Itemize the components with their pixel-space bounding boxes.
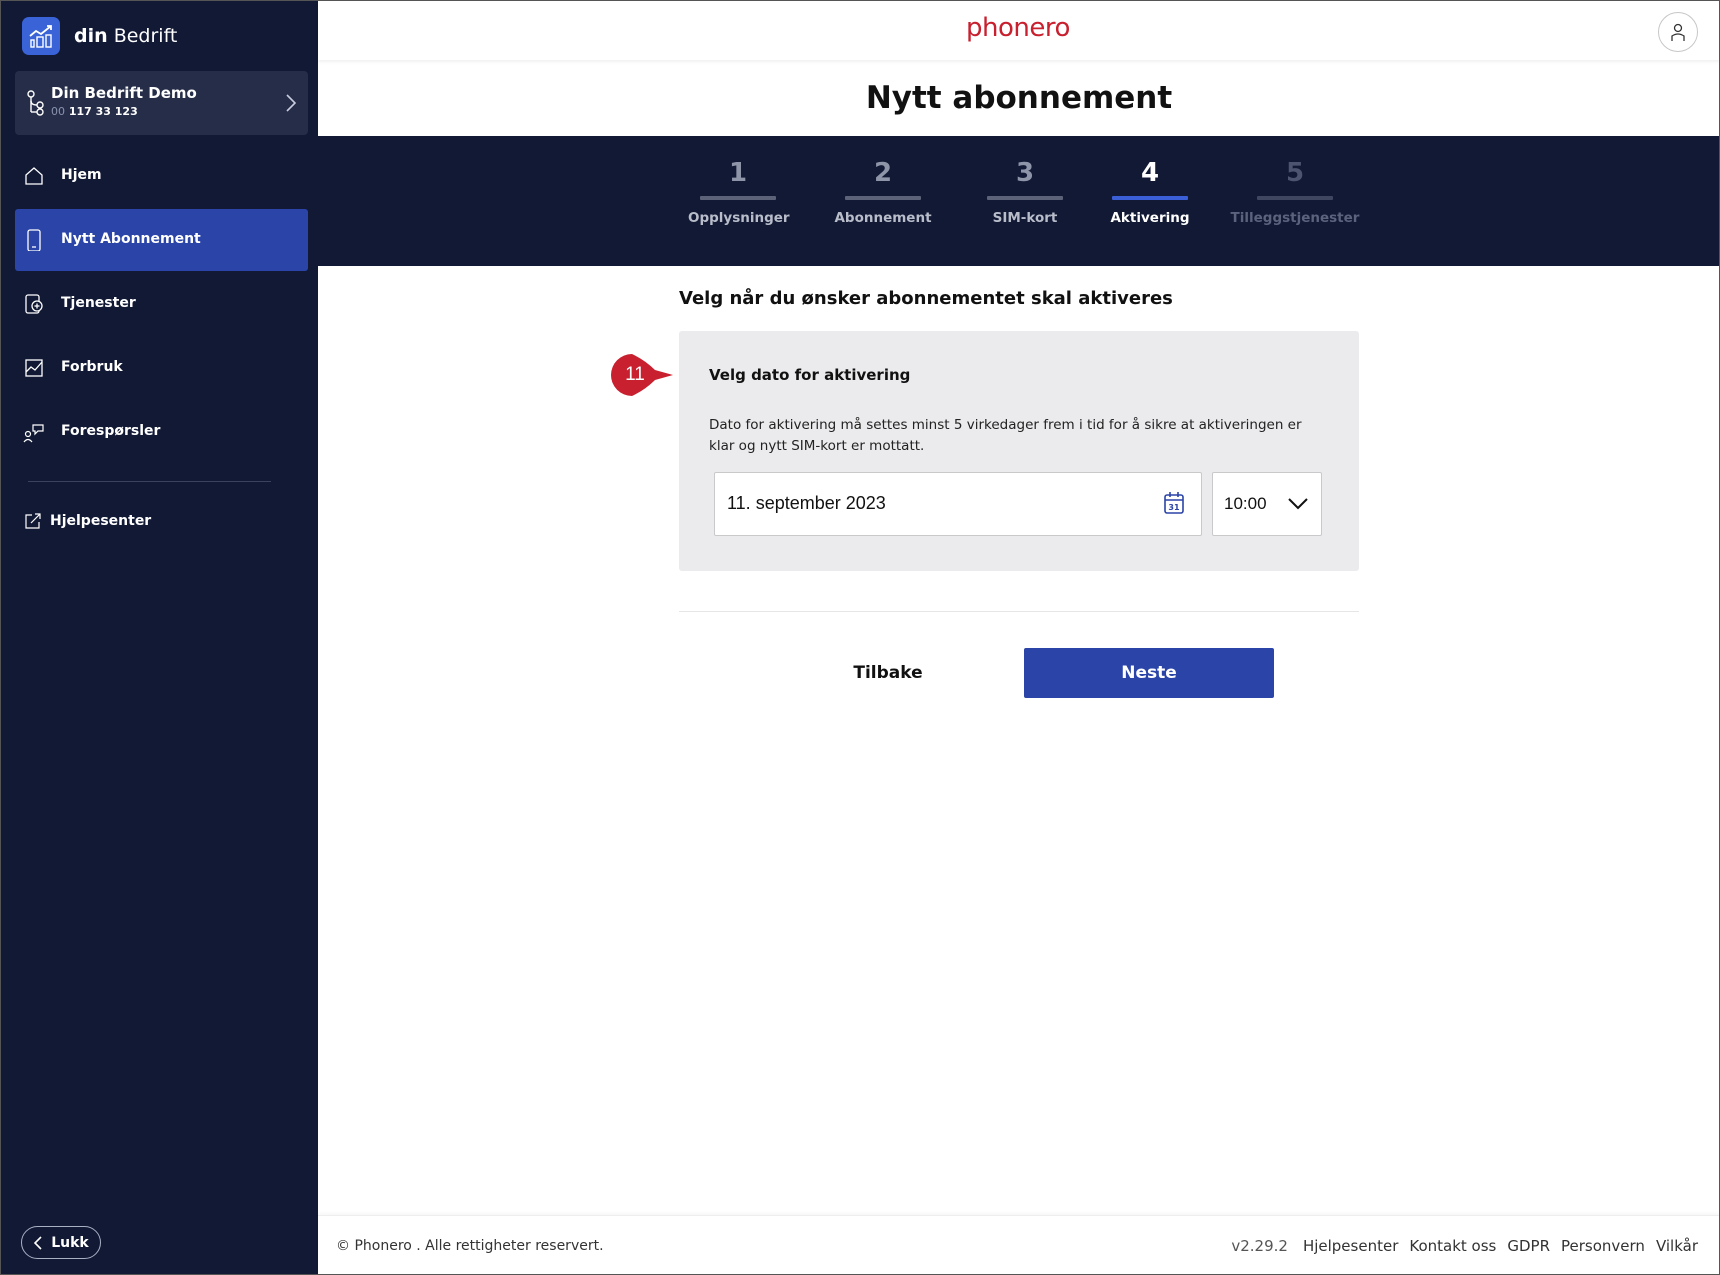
company-name: Din Bedrift Demo [51,84,197,102]
chevron-right-icon [286,94,297,112]
main-content: phonero Nytt abonnement 1 Opplysninger 2… [318,0,1720,1275]
sidebar: din Bedrift Din Bedrift Demo 00 117 33 1… [0,0,318,1275]
activation-time-value: 10:00 [1224,494,1267,513]
user-profile-button[interactable] [1658,12,1698,52]
step-bar [1112,196,1188,200]
footer-link-personvern[interactable]: Personvern [1561,1237,1645,1255]
step-label: Abonnement [834,210,932,226]
footer-link-vilkar[interactable]: Vilkår [1656,1237,1698,1255]
footer-link-gdpr[interactable]: GDPR [1507,1237,1550,1255]
step-number: 5 [1285,158,1305,188]
next-button[interactable]: Neste [1024,648,1274,698]
services-icon [25,294,43,314]
chevron-down-icon [1288,498,1308,510]
activation-description: Dato for aktivering må settes minst 5 vi… [709,417,1302,454]
company-number: 00 117 33 123 [51,105,138,118]
brand[interactable]: din Bedrift [22,16,177,56]
step-bar [987,196,1063,200]
sidebar-item-foresporsler[interactable]: Forespørsler [15,401,308,463]
close-sidebar-label: Lukk [51,1234,89,1251]
footer-link-hjelpesenter[interactable]: Hjelpesenter [1303,1237,1398,1255]
activation-heading: Velg når du ønsker abonnementet skal akt… [679,288,1173,309]
sidebar-item-hjem[interactable]: Hjem [15,145,308,207]
version-label: v2.29.2 [1231,1237,1288,1255]
step-label: Aktivering [1110,210,1190,226]
sidebar-item-label: Forbruk [61,359,123,375]
sidebar-item-tjenester[interactable]: Tjenester [15,273,308,335]
step-aktivering[interactable]: 4 Aktivering [1100,158,1200,226]
page-title: Nytt abonnement [865,80,1173,116]
org-tree-icon [27,90,44,116]
footer-link-kontakt[interactable]: Kontakt oss [1409,1237,1496,1255]
back-button[interactable]: Tilbake [818,648,958,698]
step-opplysninger[interactable]: 1 Opplysninger [688,158,790,226]
brand-name: din Bedrift [74,25,178,47]
company-selector[interactable]: Din Bedrift Demo 00 117 33 123 [15,71,308,135]
brand-logo-icon [22,17,60,55]
step-sim-kort[interactable]: 3 SIM-kort [975,158,1075,226]
step-number: 2 [873,158,893,188]
user-icon [1671,23,1685,41]
usage-chart-icon [25,359,43,377]
sidebar-nav: Hjem Nytt Abonnement Tjenester Forbruk F… [15,145,308,465]
help-center-link[interactable]: Hjelpesenter [24,512,151,530]
step-label: Opplysninger [688,210,790,226]
help-center-label: Hjelpesenter [50,513,152,529]
callout-number: 11 [625,364,645,385]
close-sidebar-button[interactable]: Lukk [21,1226,101,1259]
external-link-icon [25,513,41,529]
step-abonnement[interactable]: 2 Abonnement [833,158,933,226]
activation-date-value: 11. september 2023 [727,493,886,513]
step-tilleggstjenester: 5 Tilleggstjenester [1225,158,1365,226]
activation-time-select[interactable]: 10:00 [1212,472,1322,536]
top-bar: phonero [318,0,1720,60]
sidebar-item-forbruk[interactable]: Forbruk [15,337,308,399]
step-label: Tilleggstjenester [1230,210,1360,226]
sidebar-item-label: Forespørsler [61,423,161,439]
step-bar [845,196,921,200]
step-bar [1257,196,1333,200]
activation-card: Velg dato for aktivering Dato for aktive… [679,331,1359,571]
footer: © Phonero . Alle rettigheter reservert. … [318,1215,1720,1275]
chevron-left-icon [34,1235,42,1250]
phonero-logo[interactable]: phonero [966,13,1070,43]
home-icon [25,167,43,185]
calendar-icon[interactable]: 31 [1163,491,1185,515]
step-label: SIM-kort [992,210,1058,226]
divider [679,611,1359,612]
progress-stepper: 1 Opplysninger 2 Abonnement 3 SIM-kort 4… [318,136,1720,266]
sidebar-divider [28,481,271,482]
sidebar-item-label: Hjem [61,167,102,183]
svg-text:31: 31 [1168,503,1180,512]
sidebar-item-label: Nytt Abonnement [61,231,201,247]
step-number: 1 [728,158,748,188]
step-number: 4 [1140,158,1160,188]
step-bar [700,196,776,200]
phone-icon [27,229,41,251]
footer-links: v2.29.2 Hjelpesenter Kontakt oss GDPR Pe… [1231,1237,1698,1255]
sidebar-item-label: Tjenester [61,295,136,311]
chat-icon [23,424,44,443]
sidebar-item-nytt-abonnement[interactable]: Nytt Abonnement [15,209,308,271]
activation-date-input[interactable]: 11. september 2023 31 [714,472,1202,536]
copyright-text: © Phonero . Alle rettigheter reservert. [336,1238,604,1254]
activation-card-title: Velg dato for aktivering [709,366,911,384]
step-number: 3 [1015,158,1035,188]
